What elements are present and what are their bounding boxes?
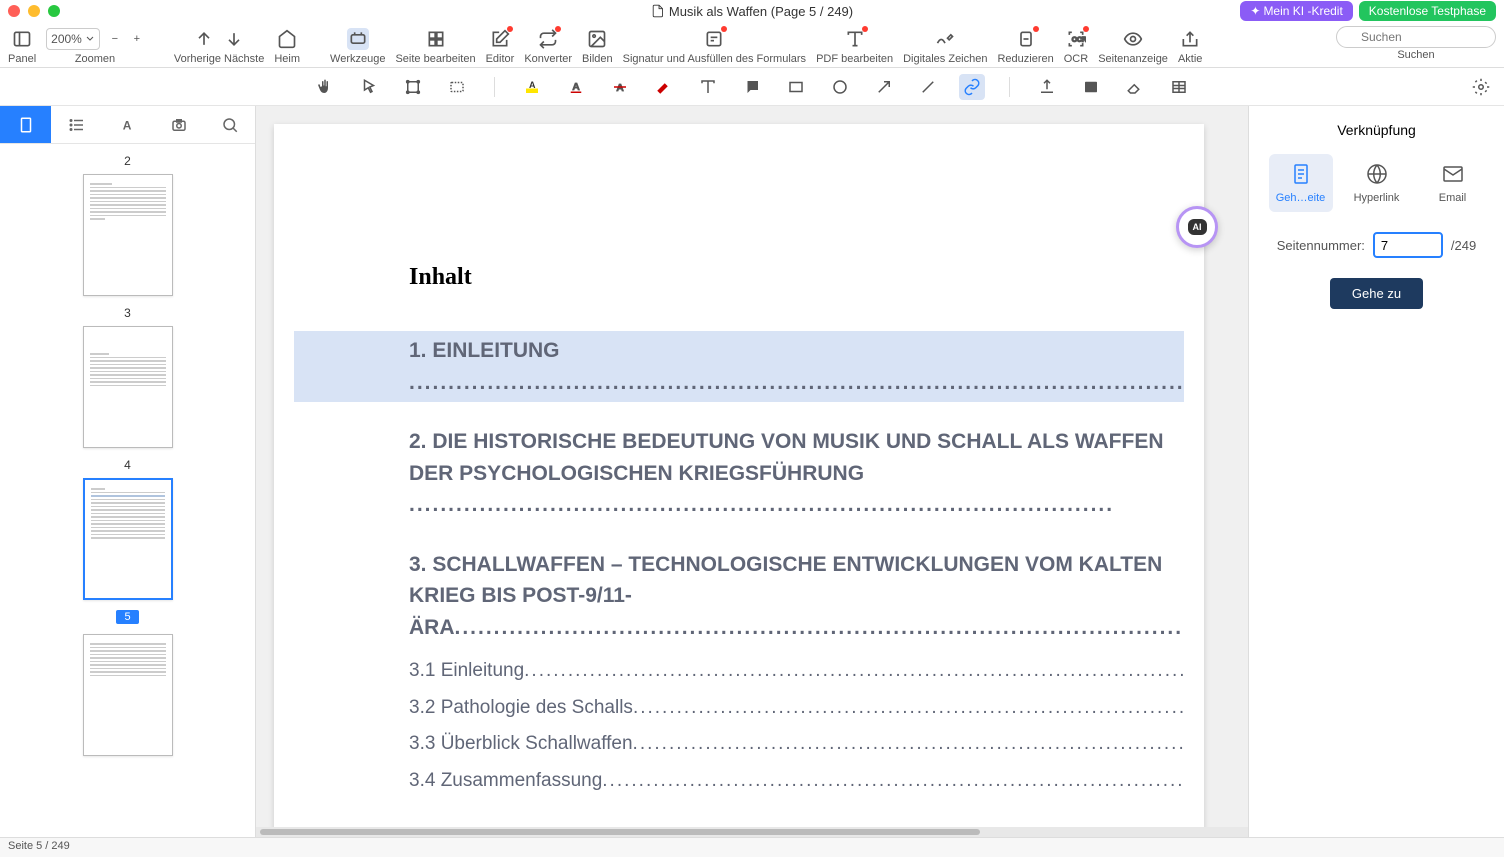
panel-toggle-button[interactable]: [11, 28, 33, 50]
insert-image-tool[interactable]: [1034, 74, 1060, 100]
sidebar-tab-annotations[interactable]: A: [102, 106, 153, 143]
minimize-window-button[interactable]: [28, 5, 40, 17]
reduce-button[interactable]: [1015, 28, 1037, 50]
ai-credit-button[interactable]: ✦ Mein KI -Kredit: [1240, 1, 1352, 21]
document-area: Inhalt 1. EINLEITUNG ...................…: [256, 106, 1248, 837]
ocr-button[interactable]: OCR: [1065, 28, 1087, 50]
home-button[interactable]: [276, 28, 298, 50]
strikethrough-tool[interactable]: A: [607, 74, 633, 100]
link-tool[interactable]: [959, 74, 985, 100]
images-button[interactable]: [586, 28, 608, 50]
tools-button[interactable]: [347, 28, 369, 50]
thumbnail-page-3[interactable]: [83, 326, 173, 448]
status-bar: Seite 5 / 249: [0, 837, 1504, 857]
svg-text:A: A: [122, 118, 131, 132]
sidebar-tab-outline[interactable]: [51, 106, 102, 143]
page-display-button[interactable]: [1122, 28, 1144, 50]
prev-page-button[interactable]: [193, 28, 215, 50]
maximize-window-button[interactable]: [48, 5, 60, 17]
thumbnail-list[interactable]: 2 3 4 5: [0, 144, 255, 837]
sidebar: A 2 3 4 5: [0, 106, 256, 837]
next-page-button[interactable]: [223, 28, 245, 50]
thumbnail-current-badge: 5: [116, 610, 138, 624]
panel-title: Verknüpfung: [1337, 122, 1416, 138]
properties-panel: Verknüpfung Geh…eite Hyperlink Email Sei…: [1248, 106, 1504, 837]
page-total-label: /249: [1451, 238, 1476, 253]
toc-entry[interactable]: 3.2 Pathologie des Schalls..............…: [294, 690, 1184, 727]
goto-button[interactable]: Gehe zu: [1330, 278, 1423, 309]
sidebar-tab-thumbnails[interactable]: [0, 106, 51, 143]
line-tool[interactable]: [915, 74, 941, 100]
annotation-toolbar: A A A: [0, 68, 1504, 106]
fit-width-tool[interactable]: [400, 74, 426, 100]
converter-button[interactable]: [537, 28, 559, 50]
sidebar-tab-search[interactable]: [204, 106, 255, 143]
page-number-label: Seitennummer:: [1277, 238, 1365, 253]
sidebar-tab-attachments[interactable]: [153, 106, 204, 143]
arrow-tool[interactable]: [871, 74, 897, 100]
link-type-hyperlink[interactable]: Hyperlink: [1345, 154, 1409, 212]
zoom-label: Zoomen: [75, 53, 115, 65]
document-icon: [651, 4, 665, 18]
link-type-goto-page[interactable]: Geh…eite: [1269, 154, 1333, 212]
form-sign-button[interactable]: [703, 28, 725, 50]
toc-entry[interactable]: 3.4 Zusammenfassung.....................…: [294, 763, 1184, 800]
settings-button[interactable]: [1468, 74, 1494, 100]
table-tool[interactable]: [1166, 74, 1192, 100]
note-tool[interactable]: [739, 74, 765, 100]
eraser-tool[interactable]: [1122, 74, 1148, 100]
title-bar: Musik als Waffen (Page 5 / 249) ✦ Mein K…: [0, 0, 1504, 22]
trial-button[interactable]: Kostenlose Testphase: [1359, 1, 1496, 21]
svg-text:A: A: [529, 79, 536, 89]
svg-text:A: A: [572, 81, 580, 93]
thumbnail-page-2[interactable]: [83, 174, 173, 296]
main-toolbar: Panel 200% − + Zoomen Vorherige Nächste …: [0, 22, 1504, 68]
edit-pdf-button[interactable]: [844, 28, 866, 50]
text-tool[interactable]: [695, 74, 721, 100]
search-input[interactable]: [1336, 26, 1496, 48]
thumbnail-page-4[interactable]: [83, 478, 173, 600]
zoom-in-button[interactable]: +: [130, 28, 144, 50]
toc-entry[interactable]: 4. MUSIK, SPRACHBOTSCHAFTEN UND SOUNDEFF…: [294, 819, 1184, 827]
ai-assistant-button[interactable]: AI: [1176, 206, 1218, 248]
panel-label: Panel: [8, 53, 36, 65]
digital-sign-button[interactable]: [934, 28, 956, 50]
pencil-tool[interactable]: [651, 74, 677, 100]
rectangle-tool[interactable]: [783, 74, 809, 100]
page-number-input[interactable]: [1373, 232, 1443, 258]
document-page[interactable]: Inhalt 1. EINLEITUNG ...................…: [274, 124, 1204, 827]
svg-text:OCR: OCR: [1072, 37, 1086, 44]
toc-entry[interactable]: 1. EINLEITUNG ..........................…: [294, 331, 1184, 402]
document-title: Musik als Waffen (Page 5 / 249): [651, 4, 853, 19]
zoom-out-button[interactable]: −: [108, 28, 122, 50]
toc-entry[interactable]: 3.3 Überblick Schallwaffen..............…: [294, 726, 1184, 763]
link-type-email[interactable]: Email: [1421, 154, 1485, 212]
snapshot-tool[interactable]: [444, 74, 470, 100]
toc-entry[interactable]: 3.1 Einleitung..........................…: [294, 653, 1184, 690]
share-button[interactable]: [1179, 28, 1201, 50]
chevron-down-icon: [85, 34, 95, 44]
edit-page-button[interactable]: [425, 28, 447, 50]
window-controls: [8, 5, 60, 17]
zoom-dropdown[interactable]: 200%: [46, 28, 100, 50]
close-window-button[interactable]: [8, 5, 20, 17]
editor-button[interactable]: [489, 28, 511, 50]
select-tool[interactable]: [356, 74, 382, 100]
toc-entry[interactable]: 3. SCHALLWAFFEN – TECHNOLOGISCHE ENTWICK…: [294, 545, 1184, 648]
hand-tool[interactable]: [312, 74, 338, 100]
horizontal-scrollbar[interactable]: [256, 827, 1248, 837]
toc-entry[interactable]: 2. DIE HISTORISCHE BEDEUTUNG VON MUSIK U…: [294, 422, 1184, 525]
underline-tool[interactable]: A: [563, 74, 589, 100]
page-heading: Inhalt: [294, 264, 1184, 291]
highlight-tool[interactable]: A: [519, 74, 545, 100]
document-scroll[interactable]: Inhalt 1. EINLEITUNG ...................…: [256, 106, 1248, 827]
image-tool[interactable]: [1078, 74, 1104, 100]
thumbnail-page-5[interactable]: [83, 634, 173, 756]
circle-tool[interactable]: [827, 74, 853, 100]
